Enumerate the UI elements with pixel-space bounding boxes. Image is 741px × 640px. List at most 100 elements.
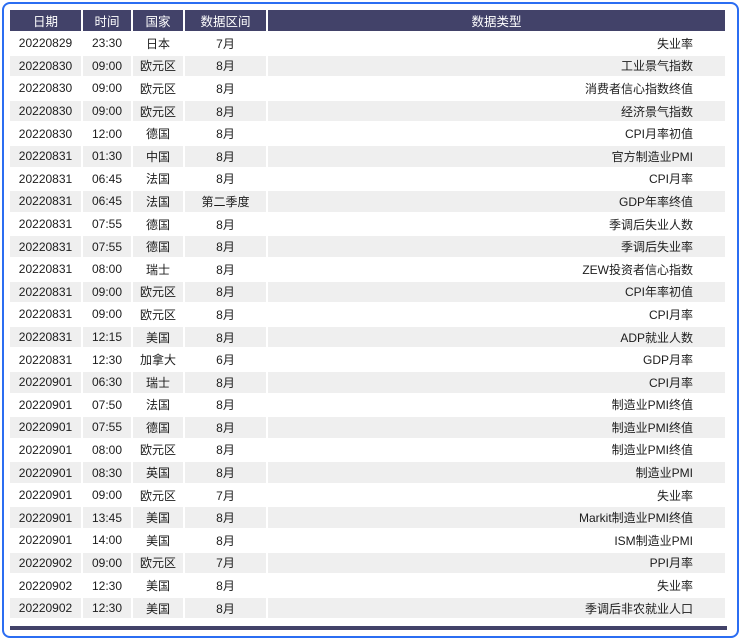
cell-period: 7月 (185, 485, 266, 506)
cell-date: 20220902 (10, 575, 81, 596)
cell-type: 季调后非农就业人口 (268, 598, 725, 619)
cell-time: 09:00 (83, 553, 131, 574)
cell-time: 12:30 (83, 575, 131, 596)
cell-type: 失业率 (268, 485, 725, 506)
cell-country: 欧元区 (133, 78, 183, 99)
table-row: 2022090106:30瑞士8月CPI月率 (10, 372, 725, 393)
table-row: 2022083101:30中国8月官方制造业PMI (10, 146, 725, 167)
cell-period: 8月 (185, 575, 266, 596)
cell-date: 20220831 (10, 349, 81, 370)
cell-period: 8月 (185, 507, 266, 528)
cell-type: GDP年率终值 (268, 191, 725, 212)
cell-time: 07:55 (83, 236, 131, 257)
cell-date: 20220831 (10, 214, 81, 235)
cell-time: 07:55 (83, 417, 131, 438)
cell-time: 01:30 (83, 146, 131, 167)
cell-period: 8月 (185, 169, 266, 190)
cell-period: 8月 (185, 123, 266, 144)
cell-country: 欧元区 (133, 101, 183, 122)
cell-date: 20220901 (10, 395, 81, 416)
cell-period: 8月 (185, 372, 266, 393)
cell-time: 07:50 (83, 395, 131, 416)
cell-type: 经济景气指数 (268, 101, 725, 122)
cell-type: CPI月率初值 (268, 123, 725, 144)
cell-type: CPI月率 (268, 169, 725, 190)
cell-country: 日本 (133, 33, 183, 54)
cell-type: 失业率 (268, 575, 725, 596)
cell-type: 工业景气指数 (268, 56, 725, 77)
cell-country: 欧元区 (133, 553, 183, 574)
cell-time: 23:30 (83, 33, 131, 54)
cell-type: Markit制造业PMI终值 (268, 507, 725, 528)
cell-time: 08:00 (83, 259, 131, 280)
cell-type: PPI月率 (268, 553, 725, 574)
cell-country: 欧元区 (133, 485, 183, 506)
table-row: 2022090114:00美国8月ISM制造业PMI (10, 530, 725, 551)
table-row: 2022090108:00欧元区8月制造业PMI终值 (10, 440, 725, 461)
cell-country: 中国 (133, 146, 183, 167)
cell-time: 06:30 (83, 372, 131, 393)
cell-time: 13:45 (83, 507, 131, 528)
cell-time: 09:00 (83, 304, 131, 325)
table-row: 2022083106:45法国第二季度GDP年率终值 (10, 191, 725, 212)
cell-date: 20220830 (10, 101, 81, 122)
table-row: 2022083009:00欧元区8月消费者信心指数终值 (10, 78, 725, 99)
table-row: 2022090212:30美国8月季调后非农就业人口 (10, 598, 725, 619)
cell-date: 20220831 (10, 146, 81, 167)
cell-period: 8月 (185, 440, 266, 461)
cell-date: 20220901 (10, 462, 81, 483)
cell-time: 06:45 (83, 191, 131, 212)
cell-period: 8月 (185, 417, 266, 438)
cell-date: 20220901 (10, 440, 81, 461)
cell-time: 12:15 (83, 327, 131, 348)
cell-period: 8月 (185, 214, 266, 235)
cell-date: 20220831 (10, 191, 81, 212)
cell-date: 20220830 (10, 78, 81, 99)
cell-type: 官方制造业PMI (268, 146, 725, 167)
cell-period: 8月 (185, 327, 266, 348)
cell-date: 20220902 (10, 553, 81, 574)
column-header-country: 国家 (133, 10, 183, 31)
table-row: 2022083012:00德国8月CPI月率初值 (10, 123, 725, 144)
cell-type: 制造业PMI终值 (268, 395, 725, 416)
table-row: 2022083009:00欧元区8月工业景气指数 (10, 56, 725, 77)
cell-time: 09:00 (83, 101, 131, 122)
table-row: 2022083112:15美国8月ADP就业人数 (10, 327, 725, 348)
cell-country: 美国 (133, 530, 183, 551)
cell-time: 07:55 (83, 214, 131, 235)
cell-type: CPI年率初值 (268, 282, 725, 303)
cell-time: 12:30 (83, 349, 131, 370)
cell-type: 季调后失业率 (268, 236, 725, 257)
table-row: 2022090212:30美国8月失业率 (10, 575, 725, 596)
cell-time: 09:00 (83, 282, 131, 303)
cell-date: 20220901 (10, 417, 81, 438)
economic-data-table: 日期时间国家数据区间数据类型 2022082923:30日本7月失业率20220… (8, 8, 727, 620)
cell-period: 8月 (185, 259, 266, 280)
table-row: 2022083009:00欧元区8月经济景气指数 (10, 101, 725, 122)
column-header-period: 数据区间 (185, 10, 266, 31)
cell-country: 德国 (133, 417, 183, 438)
table-row: 2022090108:30英国8月制造业PMI (10, 462, 725, 483)
cell-time: 09:00 (83, 485, 131, 506)
table-row: 2022083108:00瑞士8月ZEW投资者信心指数 (10, 259, 725, 280)
cell-type: CPI月率 (268, 304, 725, 325)
cell-country: 德国 (133, 214, 183, 235)
cell-country: 德国 (133, 123, 183, 144)
cell-country: 法国 (133, 191, 183, 212)
cell-period: 8月 (185, 146, 266, 167)
economic-calendar-page: 日期时间国家数据区间数据类型 2022082923:30日本7月失业率20220… (0, 0, 741, 640)
cell-type: ZEW投资者信心指数 (268, 259, 725, 280)
cell-country: 美国 (133, 327, 183, 348)
cell-time: 08:00 (83, 440, 131, 461)
table-row: 2022083109:00欧元区8月CPI年率初值 (10, 282, 725, 303)
cell-type: ADP就业人数 (268, 327, 725, 348)
cell-time: 09:00 (83, 56, 131, 77)
cell-country: 德国 (133, 236, 183, 257)
cell-time: 08:30 (83, 462, 131, 483)
cell-country: 美国 (133, 598, 183, 619)
table-row: 2022083106:45法国8月CPI月率 (10, 169, 725, 190)
cell-country: 欧元区 (133, 440, 183, 461)
cell-time: 09:00 (83, 78, 131, 99)
cell-country: 瑞士 (133, 372, 183, 393)
cell-country: 英国 (133, 462, 183, 483)
